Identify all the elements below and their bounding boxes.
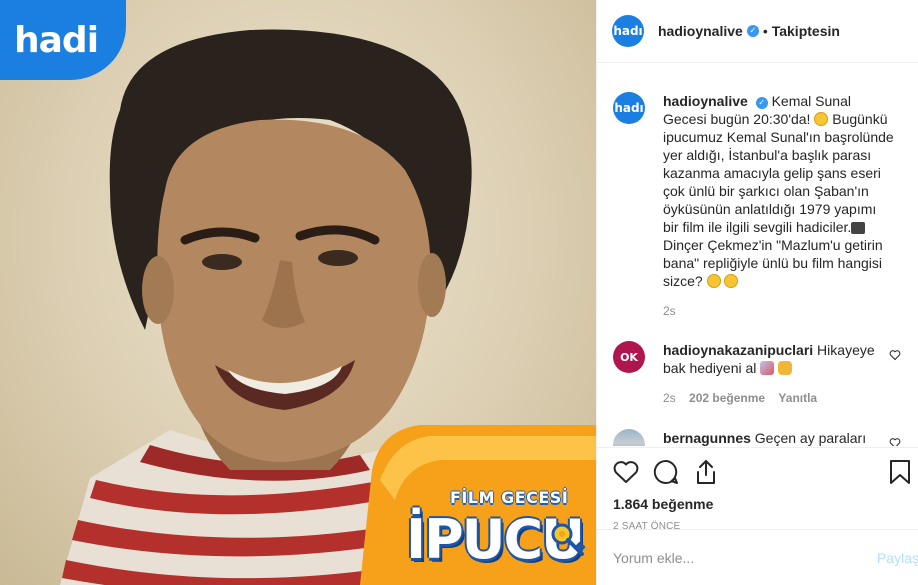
- comment-meta: 2s 202 beğenme Yanıtla: [663, 389, 895, 407]
- header-username[interactable]: hadioynalive: [658, 23, 743, 39]
- likes-count[interactable]: 1.864 beğenme: [597, 496, 918, 512]
- following-button[interactable]: Takiptesin: [772, 23, 840, 39]
- comment-avatar[interactable]: OK: [613, 341, 645, 373]
- add-comment-bar: Paylaş: [597, 529, 918, 585]
- rolling-eyes-emoji-icon: [706, 274, 721, 288]
- fist-emoji-icon: [778, 361, 793, 375]
- caption-meta: 2s: [663, 302, 895, 320]
- film-gecesi-badge: FİLM GECESİ İPUCU: [372, 430, 596, 585]
- action-icons-row: [597, 448, 918, 496]
- post-comment-button[interactable]: Paylaş: [877, 550, 918, 566]
- caption-text-3: Dinçer Çekmez'in "Mazlum'u getirin bana"…: [663, 237, 883, 289]
- left-ear: [142, 256, 174, 324]
- caption: hadı hadioynalive ✓ Kemal Sunal Gecesi b…: [613, 92, 903, 320]
- caption-body: hadioynalive ✓ Kemal Sunal Gecesi bugün …: [663, 92, 895, 320]
- key-icon: [551, 523, 585, 556]
- comment-like-heart-icon[interactable]: [889, 437, 901, 446]
- post-actions: 1.864 beğenme 2 SAAT ÖNCE Paylaş: [597, 447, 918, 585]
- post-image[interactable]: hadi FİLM GECESİ İPUCU: [0, 0, 596, 585]
- comment-username[interactable]: bernagunnes: [663, 430, 751, 446]
- rolling-eyes-emoji-icon: [724, 274, 739, 288]
- avatar[interactable]: hadı: [612, 15, 644, 47]
- caption-username[interactable]: hadioynalive: [663, 93, 748, 109]
- left-eye: [202, 254, 242, 270]
- comment-like-heart-icon[interactable]: [889, 349, 901, 364]
- grinning-emoji-icon: [814, 112, 829, 126]
- right-eye: [318, 250, 358, 266]
- logo-text: hadi: [14, 19, 99, 61]
- verified-badge-icon: ✓: [755, 97, 768, 109]
- reply-button[interactable]: Yanıtla: [778, 391, 817, 405]
- caption-avatar[interactable]: hadı: [613, 92, 645, 124]
- comment-input[interactable]: [613, 549, 853, 566]
- comment-username[interactable]: hadioynakazanipuclari: [663, 342, 813, 358]
- comment-time[interactable]: 2s: [663, 391, 676, 405]
- comment-likes[interactable]: 202 beğenme: [689, 391, 765, 405]
- comment-body: hadioynakazanipuclari Hikayeye bak hediy…: [663, 341, 895, 407]
- share-icon[interactable]: [691, 457, 721, 487]
- movie-camera-emoji-icon: [851, 222, 866, 234]
- separator-dot: •: [762, 23, 768, 39]
- post-side-panel: hadı hadioynalive ✓ • Takiptesin hadı ha…: [596, 0, 918, 585]
- caption-time[interactable]: 2s: [663, 304, 676, 318]
- comment-body: bernagunnes Geçen ay paraları: [663, 429, 895, 446]
- badge-title: FİLM GECESİ: [450, 488, 569, 507]
- rocket-emoji-icon: [760, 361, 775, 375]
- post-header: hadı hadioynalive ✓ • Takiptesin: [597, 0, 918, 63]
- caption-text-2: Bugünkü ipucumuz Kemal Sunal'ın başrolün…: [663, 111, 894, 235]
- comment-item: bernagunnes Geçen ay paraları: [613, 429, 903, 446]
- comment-bubble-icon[interactable]: [651, 457, 681, 487]
- like-heart-icon[interactable]: [611, 457, 641, 487]
- comment-avatar[interactable]: [613, 429, 645, 446]
- right-ear: [418, 253, 446, 317]
- bookmark-icon[interactable]: [885, 457, 915, 487]
- verified-badge-icon: ✓: [746, 25, 759, 37]
- comment-item: OK hadioynakazanipuclari Hikayeye bak he…: [613, 341, 903, 407]
- comments-list[interactable]: hadı hadioynalive ✓ Kemal Sunal Gecesi b…: [597, 63, 918, 446]
- comment-text: Geçen ay paraları: [750, 430, 867, 446]
